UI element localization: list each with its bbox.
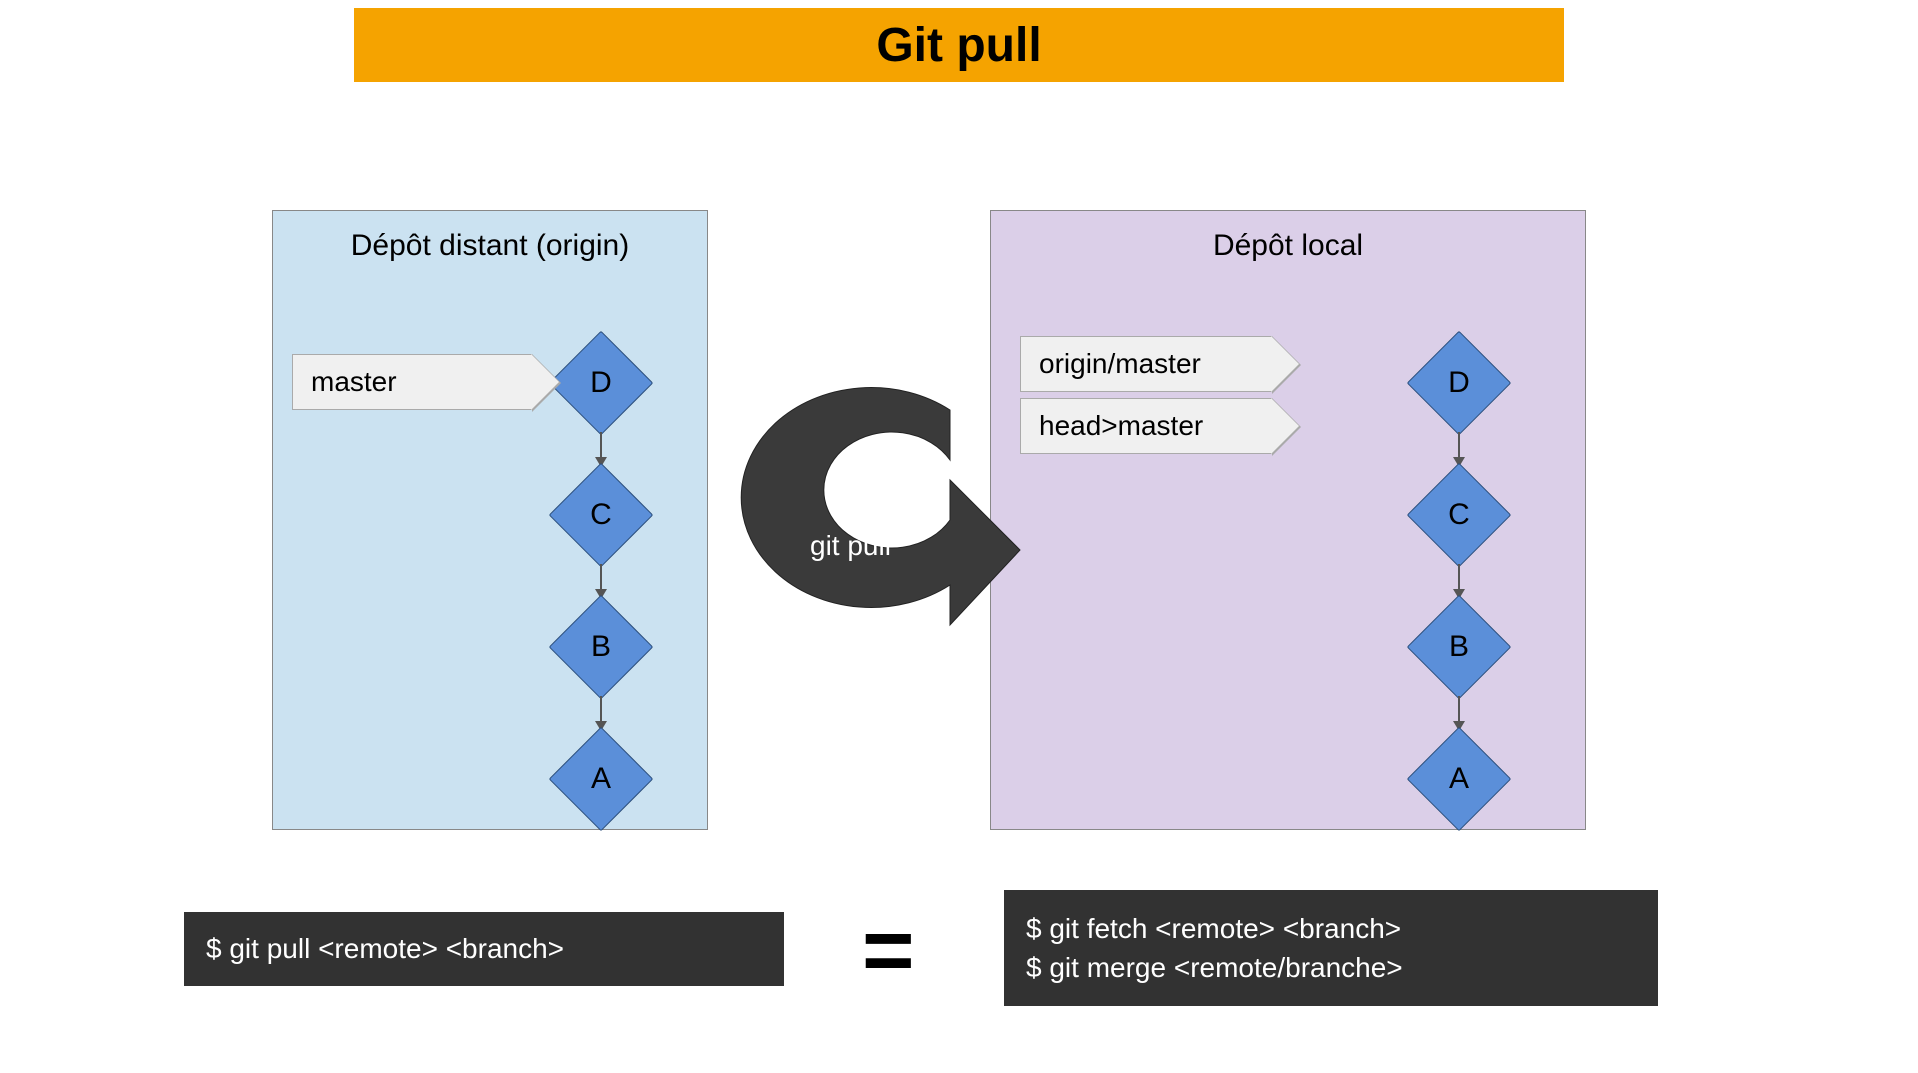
branch-tag-origin-master: origin/master xyxy=(1020,336,1272,392)
arrow-down-icon xyxy=(600,432,602,466)
commit-label: D xyxy=(1448,366,1470,400)
commit-node-local-b: B xyxy=(1422,610,1496,684)
command-merge-text: $ git merge <remote/branche> xyxy=(1026,948,1636,987)
commit-node-remote-b: B xyxy=(564,610,638,684)
title-bar: Git pull xyxy=(354,8,1564,82)
branch-tag-head-master-label: head>master xyxy=(1039,410,1203,442)
git-pull-arrow-icon xyxy=(750,390,1010,630)
page-title: Git pull xyxy=(876,18,1041,73)
commit-label: C xyxy=(590,498,612,532)
commit-label: B xyxy=(591,630,611,664)
branch-tag-master: master xyxy=(292,354,532,410)
command-box-pull: $ git pull <remote> <branch> xyxy=(184,912,784,986)
arrow-down-icon xyxy=(1458,564,1460,598)
commit-label: C xyxy=(1448,498,1470,532)
arrow-down-icon xyxy=(1458,432,1460,466)
commit-label: B xyxy=(1449,630,1469,664)
command-box-fetch-merge: $ git fetch <remote> <branch> $ git merg… xyxy=(1004,890,1658,1006)
command-fetch-text: $ git fetch <remote> <branch> xyxy=(1026,909,1636,948)
commit-label: A xyxy=(591,762,611,796)
arrow-down-icon xyxy=(600,564,602,598)
branch-tag-head-master: head>master xyxy=(1020,398,1272,454)
local-repo-title: Dépôt local xyxy=(991,229,1585,263)
commit-node-local-c: C xyxy=(1422,478,1496,552)
commit-node-local-a: A xyxy=(1422,742,1496,816)
branch-tag-master-label: master xyxy=(311,366,397,398)
git-pull-arrow-label: git pull xyxy=(810,530,891,562)
command-pull-text: $ git pull <remote> <branch> xyxy=(206,929,762,968)
branch-tag-origin-master-label: origin/master xyxy=(1039,348,1201,380)
commit-node-remote-a: A xyxy=(564,742,638,816)
arrow-down-icon xyxy=(1458,696,1460,730)
commit-node-remote-d: D xyxy=(564,346,638,420)
equals-sign: = xyxy=(862,906,915,996)
commit-node-local-d: D xyxy=(1422,346,1496,420)
remote-repo-title: Dépôt distant (origin) xyxy=(273,229,707,263)
commit-node-remote-c: C xyxy=(564,478,638,552)
arrow-down-icon xyxy=(600,696,602,730)
commit-label: D xyxy=(590,366,612,400)
commit-label: A xyxy=(1449,762,1469,796)
